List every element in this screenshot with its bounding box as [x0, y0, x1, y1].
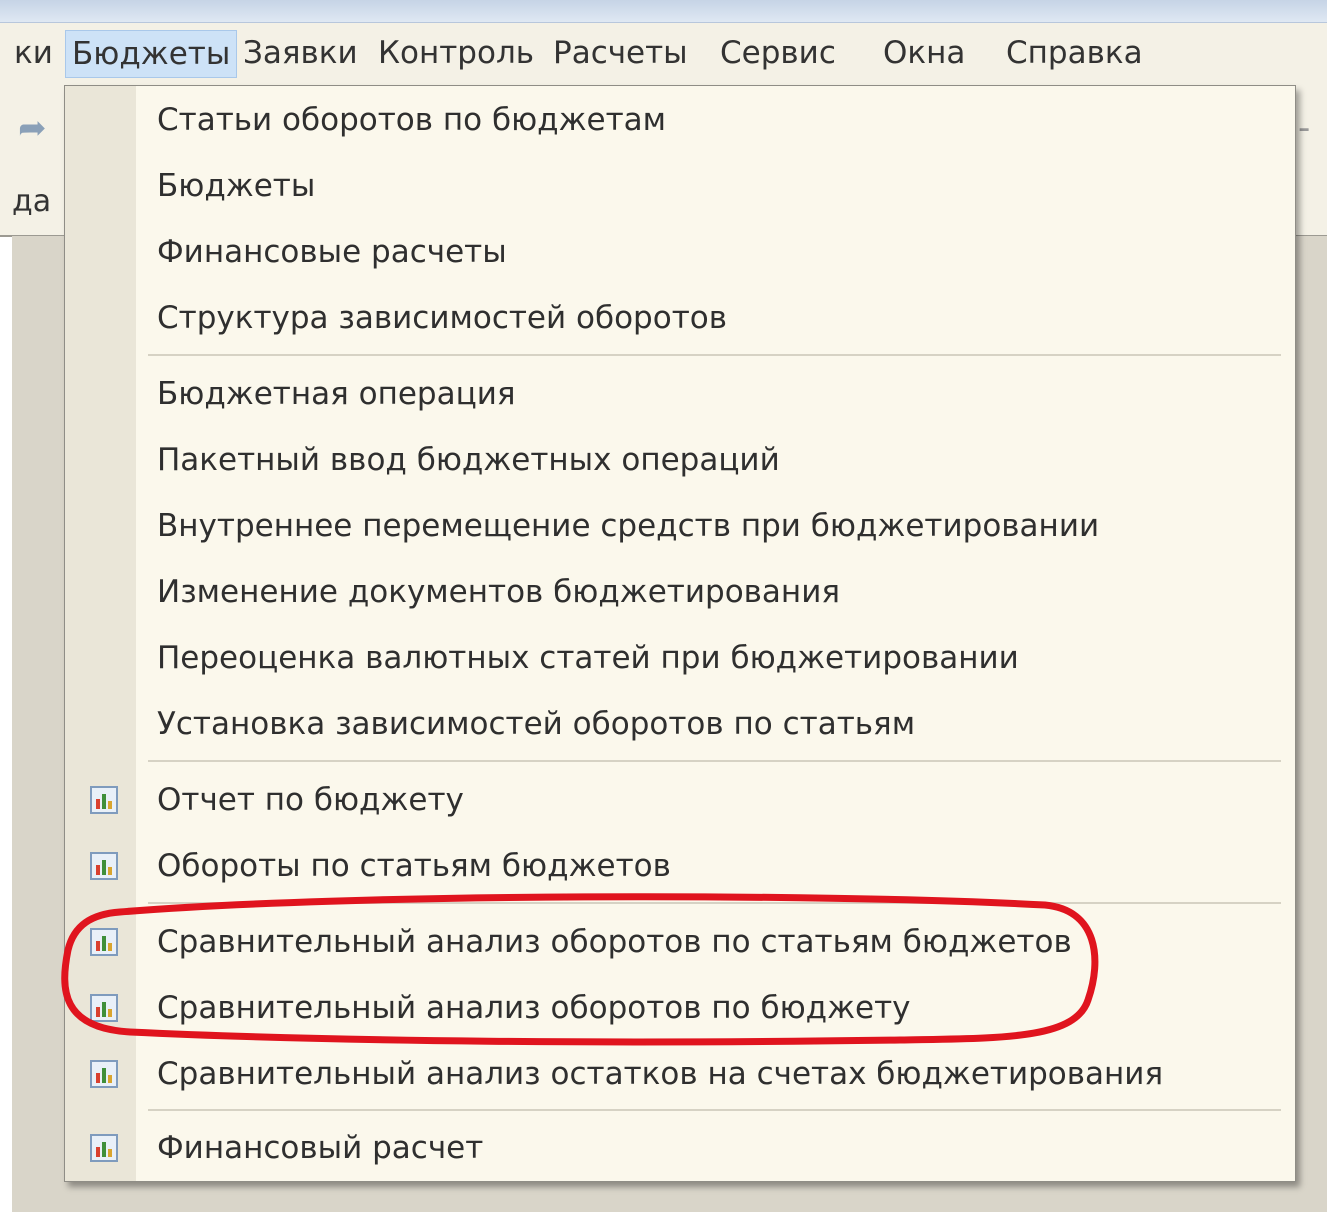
menu-item-comparative-turnover-by-items[interactable]: Сравнительный анализ оборотов по статьям…	[65, 911, 1295, 973]
menu-item-turnover-dependency-structure[interactable]: Структура зависимостей оборотов	[65, 287, 1295, 349]
menu-item-budgets[interactable]: Бюджеты	[65, 155, 1295, 217]
menu-item-label: Сравнительный анализ оборотов по бюджету	[157, 990, 911, 1026]
menu-item-financial-calculations[interactable]: Финансовые расчеты	[65, 221, 1295, 283]
menu-item-turnover-by-items[interactable]: Обороты по статьям бюджетов	[65, 835, 1295, 897]
report-chart-icon	[90, 1060, 118, 1088]
budgets-dropdown-menu: Статьи оборотов по бюджетам Бюджеты Фина…	[64, 85, 1296, 1182]
menu-item-label: Изменение документов бюджетирования	[157, 574, 840, 610]
report-chart-icon	[90, 786, 118, 814]
menu-calculations[interactable]: Расчеты	[553, 29, 688, 77]
menu-control[interactable]: Контроль	[378, 29, 534, 77]
menu-separator	[148, 354, 1281, 356]
menu-item-label: Бюджетная операция	[157, 376, 516, 412]
menu-item-label: Внутреннее перемещение средств при бюдже…	[157, 508, 1100, 544]
menu-item-label: Установка зависимостей оборотов по стать…	[157, 706, 916, 742]
report-chart-icon	[90, 994, 118, 1022]
menu-item-internal-transfer[interactable]: Внутреннее перемещение средств при бюдже…	[65, 495, 1295, 557]
menu-item-label: Бюджеты	[157, 168, 316, 204]
menu-item-label: Финансовый расчет	[157, 1130, 484, 1166]
menu-item-label: Финансовые расчеты	[157, 234, 507, 270]
toolbar-cut-label: да	[12, 184, 52, 219]
menu-item-label: Пакетный ввод бюджетных операций	[157, 442, 780, 478]
menu-requests[interactable]: Заявки	[243, 29, 358, 77]
menu-item-turnover-dependencies-setup[interactable]: Установка зависимостей оборотов по стать…	[65, 693, 1295, 755]
menu-item-comparative-turnover-by-budget[interactable]: Сравнительный анализ оборотов по бюджету	[65, 977, 1295, 1039]
menu-item-label: Обороты по статьям бюджетов	[157, 848, 671, 884]
report-chart-icon	[90, 928, 118, 956]
menu-item-currency-revaluation[interactable]: Переоценка валютных статей при бюджетиро…	[65, 627, 1295, 689]
window-title-strip	[0, 0, 1327, 23]
menu-help[interactable]: Справка	[1006, 29, 1143, 77]
report-chart-icon	[90, 1134, 118, 1162]
menu-item-budget-doc-changes[interactable]: Изменение документов бюджетирования	[65, 561, 1295, 623]
menu-item-financial-calculation[interactable]: Финансовый расчет	[65, 1117, 1295, 1179]
menu-item-budget-turnover-items[interactable]: Статьи оборотов по бюджетам	[65, 89, 1295, 151]
menu-item-label: Структура зависимостей оборотов	[157, 300, 727, 336]
toolbar-edge-glyph: -	[1298, 108, 1311, 148]
menu-separator	[148, 1109, 1281, 1111]
menu-separator	[148, 902, 1281, 904]
menu-separator	[148, 760, 1281, 762]
back-arrow-icon[interactable]: ➦	[18, 108, 47, 148]
menu-item-budget-operation[interactable]: Бюджетная операция	[65, 363, 1295, 425]
menu-item-label: Сравнительный анализ остатков на счетах …	[157, 1056, 1164, 1092]
menu-windows[interactable]: Окна	[883, 29, 965, 77]
menu-item-batch-budget-operations[interactable]: Пакетный ввод бюджетных операций	[65, 429, 1295, 491]
menu-service[interactable]: Сервис	[720, 29, 836, 77]
menu-item-label: Сравнительный анализ оборотов по статьям…	[157, 924, 1072, 960]
menu-item-label: Отчет по бюджету	[157, 782, 464, 818]
menu-item-budget-report[interactable]: Отчет по бюджету	[65, 769, 1295, 831]
menu-item-label: Статьи оборотов по бюджетам	[157, 102, 667, 138]
menu-item-label: Переоценка валютных статей при бюджетиро…	[157, 640, 1019, 676]
menu-item-cut[interactable]: ки	[14, 29, 53, 77]
menu-budgets[interactable]: Бюджеты	[65, 30, 238, 78]
menu-item-comparative-balances[interactable]: Сравнительный анализ остатков на счетах …	[65, 1043, 1295, 1105]
report-chart-icon	[90, 852, 118, 880]
main-menubar: ки Бюджеты Заявки Контроль Расчеты Серви…	[0, 23, 1327, 85]
